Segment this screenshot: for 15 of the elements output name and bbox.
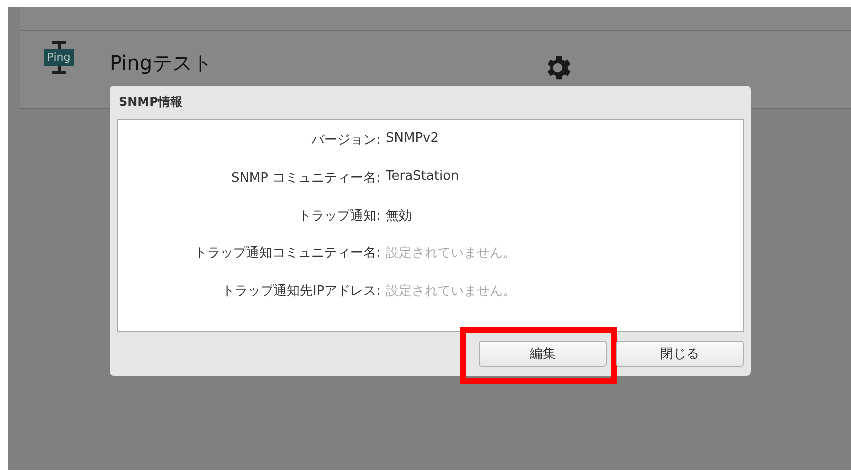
- field-value: 無効: [385, 208, 412, 226]
- field-label: SNMP コミュニティー名:: [230, 170, 381, 188]
- field-label: バージョン:: [310, 132, 381, 150]
- close-button[interactable]: 閉じる: [616, 341, 744, 367]
- field-label: トラップ通知コミュニティー名:: [194, 245, 381, 264]
- field-value: 設定されていません。: [385, 283, 516, 302]
- field-value: TeraStation: [385, 168, 460, 186]
- field-label: トラップ通知先IPアドレス:: [220, 283, 381, 302]
- field-label: トラップ通知:: [298, 208, 381, 226]
- field-value: 設定されていません。: [385, 245, 516, 264]
- edit-button[interactable]: 編集: [479, 341, 607, 367]
- ping-icon-label: Ping: [44, 49, 74, 66]
- app-title: Pingテスト: [110, 50, 213, 76]
- field-value: SNMPv2: [385, 131, 439, 148]
- dialog-title: SNMP情報: [119, 95, 182, 109]
